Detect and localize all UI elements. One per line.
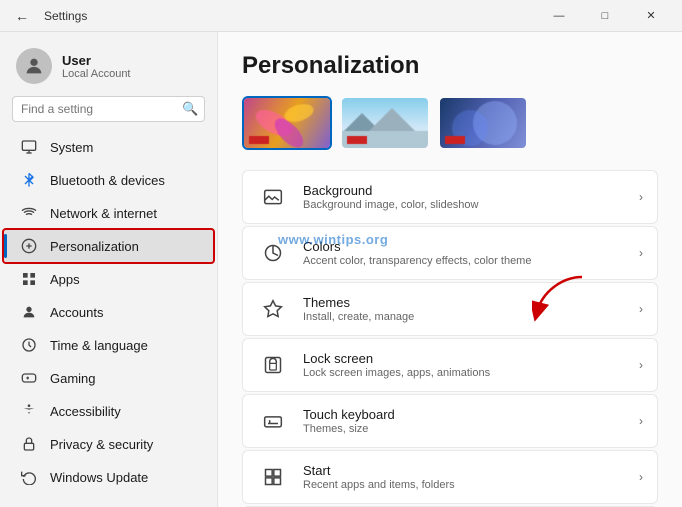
sidebar-item-label-update: Windows Update [50,470,148,485]
chevron-right-icon: › [639,190,643,204]
sidebar-item-gaming[interactable]: Gaming [4,362,213,394]
sidebar-item-accounts[interactable]: Accounts [4,296,213,328]
settings-item-text-start: StartRecent apps and items, folders [303,463,625,491]
sidebar-item-label-personalization: Personalization [50,239,139,254]
chevron-right-icon: › [639,470,643,484]
search-input[interactable] [21,102,176,116]
settings-item-text-colors: ColorsAccent color, transparency effects… [303,239,625,267]
search-box[interactable]: 🔍 [12,96,205,122]
colors-icon [257,237,289,269]
sidebar-item-time[interactable]: Time & language [4,329,213,361]
sidebar-item-label-time: Time & language [50,338,148,353]
sidebar-item-label-accounts: Accounts [50,305,103,320]
title-bar-title: Settings [44,9,87,23]
search-icon: 🔍 [182,101,198,117]
network-icon [20,204,38,222]
personalization-icon [20,237,38,255]
user-name: User [62,53,131,68]
accounts-icon [20,303,38,321]
sidebar: User Local Account 🔍 System Bluetooth & d… [0,32,218,507]
settings-item-title-themes: Themes [303,295,625,310]
settings-item-colors[interactable]: ColorsAccent color, transparency effects… [242,226,658,280]
sidebar-item-label-accessibility: Accessibility [50,404,121,419]
settings-item-subtitle-colors: Accent color, transparency effects, colo… [303,255,625,267]
apps-icon [20,270,38,288]
title-bar-controls: — □ ✕ [536,0,674,32]
close-button[interactable]: ✕ [628,0,674,32]
settings-item-subtitle-lockscreen: Lock screen images, apps, animations [303,367,625,379]
sidebar-item-system[interactable]: System [4,131,213,163]
settings-item-subtitle-touchkeyboard: Themes, size [303,423,625,435]
sidebar-item-label-apps: Apps [50,272,80,287]
settings-item-lockscreen[interactable]: Lock screenLock screen images, apps, ani… [242,338,658,392]
chevron-right-icon: › [639,302,643,316]
settings-item-title-touchkeyboard: Touch keyboard [303,407,625,422]
update-icon [20,468,38,486]
settings-item-text-lockscreen: Lock screenLock screen images, apps, ani… [303,351,625,379]
settings-item-title-colors: Colors [303,239,625,254]
sidebar-item-network[interactable]: Network & internet [4,197,213,229]
chevron-right-icon: › [639,414,643,428]
settings-item-title-background: Background [303,183,625,198]
chevron-right-icon: › [639,358,643,372]
title-bar: ← Settings — □ ✕ [0,0,682,32]
sidebar-item-privacy[interactable]: Privacy & security [4,428,213,460]
settings-item-themes[interactable]: ThemesInstall, create, manage › [242,282,658,336]
settings-item-title-lockscreen: Lock screen [303,351,625,366]
user-subtitle: Local Account [62,68,131,80]
themes-icon [257,293,289,325]
nav-list: System Bluetooth & devices Network & inter… [0,130,217,494]
sidebar-item-update[interactable]: Windows Update [4,461,213,493]
sidebar-item-bluetooth[interactable]: Bluetooth & devices [4,164,213,196]
settings-item-text-touchkeyboard: Touch keyboardThemes, size [303,407,625,435]
sidebar-item-label-bluetooth: Bluetooth & devices [50,173,165,188]
sidebar-item-personalization[interactable]: Personalization [4,230,213,262]
touchkeyboard-icon [257,405,289,437]
user-section: User Local Account [0,40,217,96]
lockscreen-icon [257,349,289,381]
sidebar-item-label-privacy: Privacy & security [50,437,153,452]
settings-item-text-themes: ThemesInstall, create, manage [303,295,625,323]
sidebar-item-label-network: Network & internet [50,206,157,221]
sidebar-item-accessibility[interactable]: Accessibility [4,395,213,427]
app-body: User Local Account 🔍 System Bluetooth & d… [0,32,682,507]
chevron-right-icon: › [639,246,643,260]
settings-item-touchkeyboard[interactable]: Touch keyboardThemes, size › [242,394,658,448]
system-icon [20,138,38,156]
sidebar-item-label-system: System [50,140,93,155]
wallpaper-row [242,96,658,150]
settings-item-title-start: Start [303,463,625,478]
wallpaper-thumb-2[interactable] [340,96,430,150]
privacy-icon [20,435,38,453]
page-title: Personalization [242,52,658,80]
minimize-button[interactable]: — [536,0,582,32]
back-button[interactable]: ← [8,2,36,30]
wallpaper-thumb-1[interactable] [242,96,332,150]
settings-item-subtitle-themes: Install, create, manage [303,311,625,323]
settings-item-text-background: BackgroundBackground image, color, slide… [303,183,625,211]
settings-item-subtitle-background: Background image, color, slideshow [303,199,625,211]
settings-item-start[interactable]: StartRecent apps and items, folders › [242,450,658,504]
title-bar-left: ← Settings [8,2,87,30]
sidebar-item-label-gaming: Gaming [50,371,96,386]
settings-item-background[interactable]: BackgroundBackground image, color, slide… [242,170,658,224]
gaming-icon [20,369,38,387]
bluetooth-icon [20,171,38,189]
sidebar-item-apps[interactable]: Apps [4,263,213,295]
maximize-button[interactable]: □ [582,0,628,32]
settings-list: BackgroundBackground image, color, slide… [242,170,658,507]
accessibility-icon [20,402,38,420]
start-icon [257,461,289,493]
avatar [16,48,52,84]
wallpaper-thumb-3[interactable] [438,96,528,150]
settings-item-subtitle-start: Recent apps and items, folders [303,479,625,491]
background-icon [257,181,289,213]
user-info: User Local Account [62,53,131,80]
time-icon [20,336,38,354]
content-area: Personalization BackgroundBackground ima… [218,32,682,507]
